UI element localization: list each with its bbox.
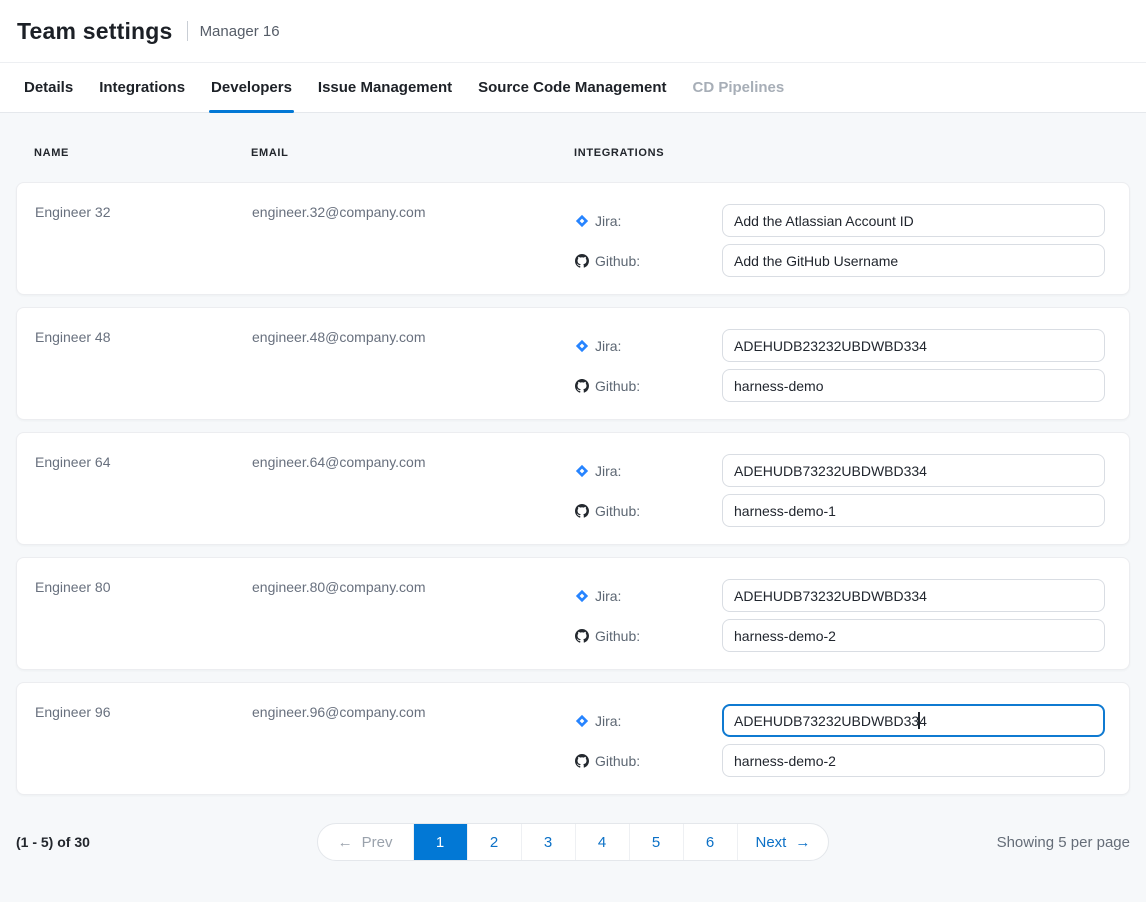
github-icon (575, 254, 589, 268)
jira-icon (575, 714, 589, 728)
column-header-name: NAME (34, 147, 251, 159)
developer-name: Engineer 48 (35, 308, 252, 419)
table-row: Engineer 80 engineer.80@company.com Jira… (16, 557, 1130, 670)
developer-name: Engineer 80 (35, 558, 252, 669)
page-button-3[interactable]: 3 (521, 824, 575, 860)
github-input[interactable] (722, 744, 1105, 777)
tab-source-code-management[interactable]: Source Code Management (478, 63, 666, 112)
developer-email: engineer.80@company.com (252, 558, 575, 669)
developer-name: Engineer 64 (35, 433, 252, 544)
github-label: Github: (595, 253, 640, 269)
developer-name: Engineer 32 (35, 183, 252, 294)
jira-icon (575, 464, 589, 478)
github-label: Github: (595, 378, 640, 394)
jira-input[interactable] (722, 454, 1105, 487)
github-input[interactable] (722, 244, 1105, 277)
developer-email: engineer.48@company.com (252, 308, 575, 419)
page-subtitle: Manager 16 (200, 23, 280, 40)
tab-integrations[interactable]: Integrations (99, 63, 185, 112)
jira-input[interactable] (722, 204, 1105, 237)
github-icon (575, 629, 589, 643)
prev-label: Prev (362, 834, 393, 851)
github-icon (575, 504, 589, 518)
table-row: Engineer 48 engineer.48@company.com Jira… (16, 307, 1130, 420)
tab-cd-pipelines: CD Pipelines (693, 63, 785, 112)
page-title: Team settings (17, 18, 173, 45)
jira-label: Jira: (595, 338, 621, 354)
page-button-4[interactable]: 4 (575, 824, 629, 860)
jira-label: Jira: (595, 713, 621, 729)
jira-input[interactable] (722, 329, 1105, 362)
table-row: Engineer 64 engineer.64@company.com Jira… (16, 432, 1130, 545)
per-page-text: Showing 5 per page (829, 834, 1130, 851)
developer-email: engineer.32@company.com (252, 183, 575, 294)
page-button-6[interactable]: 6 (683, 824, 737, 860)
table-row: Engineer 96 engineer.96@company.com Jira… (16, 682, 1130, 795)
main-content: NAME EMAIL INTEGRATIONS Engineer 32 engi… (0, 113, 1146, 861)
github-label: Github: (595, 503, 640, 519)
developer-name: Engineer 96 (35, 683, 252, 794)
table-footer: (1 - 5) of 30 ← Prev 1 2 3 4 5 6 Next → Sh… (16, 823, 1130, 861)
app-header: Team settings Manager 16 (0, 0, 1146, 63)
left-arrow-icon: ← (338, 834, 353, 851)
github-input[interactable] (722, 494, 1105, 527)
right-arrow-icon: → (795, 834, 810, 851)
jira-icon (575, 214, 589, 228)
tab-issue-management[interactable]: Issue Management (318, 63, 452, 112)
title-divider (187, 21, 188, 41)
table-header: NAME EMAIL INTEGRATIONS (16, 113, 1130, 182)
table-row: Engineer 32 engineer.32@company.com Jira… (16, 182, 1130, 295)
github-input[interactable] (722, 369, 1105, 402)
pagination-range: (1 - 5) of 30 (16, 834, 317, 850)
pagination: ← Prev 1 2 3 4 5 6 Next → (317, 823, 830, 861)
jira-label: Jira: (595, 588, 621, 604)
github-icon (575, 754, 589, 768)
page-button-2[interactable]: 2 (467, 824, 521, 860)
column-header-email: EMAIL (251, 147, 574, 159)
jira-label: Jira: (595, 213, 621, 229)
jira-icon (575, 589, 589, 603)
tab-bar: Details Integrations Developers Issue Ma… (0, 63, 1146, 113)
jira-icon (575, 339, 589, 353)
jira-label: Jira: (595, 463, 621, 479)
github-input[interactable] (722, 619, 1105, 652)
page-button-5[interactable]: 5 (629, 824, 683, 860)
jira-input[interactable] (722, 579, 1105, 612)
developer-email: engineer.64@company.com (252, 433, 575, 544)
github-icon (575, 379, 589, 393)
github-label: Github: (595, 628, 640, 644)
next-label: Next (756, 834, 787, 851)
github-label: Github: (595, 753, 640, 769)
developer-email: engineer.96@company.com (252, 683, 575, 794)
tab-details[interactable]: Details (24, 63, 73, 112)
prev-page-button[interactable]: ← Prev (318, 824, 413, 860)
jira-input-focused[interactable] (722, 704, 1105, 737)
column-header-integrations: INTEGRATIONS (574, 147, 1130, 159)
tab-developers[interactable]: Developers (211, 63, 292, 112)
page-button-1[interactable]: 1 (413, 824, 467, 860)
text-caret (918, 712, 920, 729)
next-page-button[interactable]: Next → (737, 824, 829, 860)
